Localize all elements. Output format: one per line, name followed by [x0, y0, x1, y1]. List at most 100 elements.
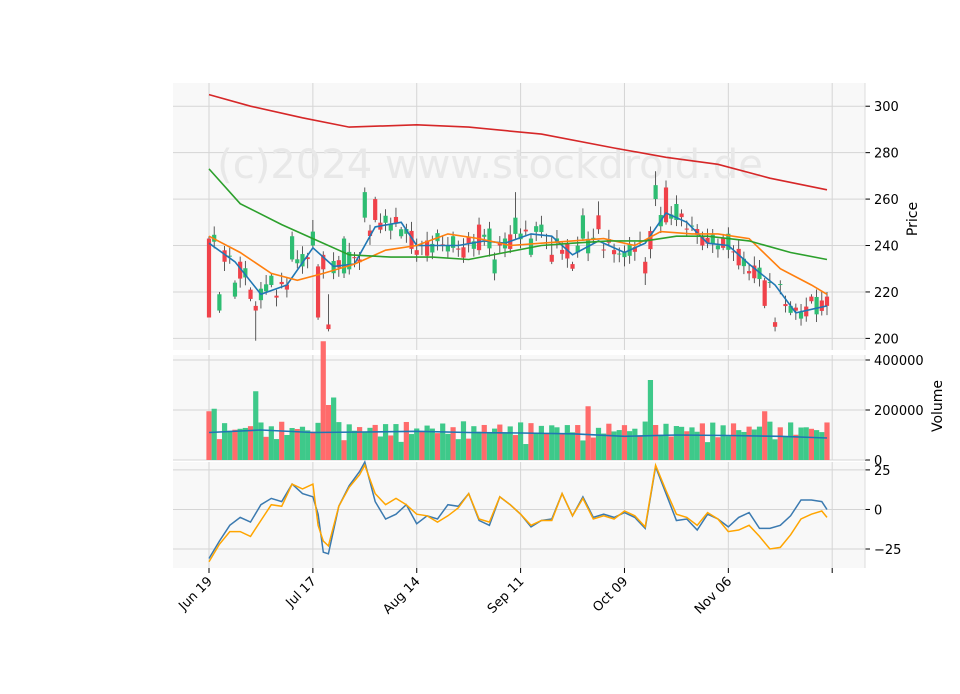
volume-bar [263, 436, 269, 460]
volume-bar [486, 433, 493, 460]
volume-bar [507, 426, 513, 460]
volume-bar [388, 435, 394, 460]
volume-bar [736, 430, 742, 460]
volume-bar [502, 433, 508, 460]
candle-body [772, 322, 778, 327]
candle-body [482, 234, 487, 237]
price-axis-tick-label: 220 [874, 286, 899, 301]
price-axis-tick-label: 240 [874, 240, 899, 255]
volume-bar [788, 422, 794, 460]
volume-bar [289, 427, 295, 460]
candle-body [206, 238, 212, 318]
candle-body [461, 247, 466, 258]
candle-body [232, 282, 238, 297]
volume-bar [580, 440, 586, 460]
candle-body [601, 249, 606, 251]
price-axis-tick-label: 260 [874, 193, 899, 208]
candle-body [783, 304, 788, 307]
volume-bar [689, 427, 695, 460]
volume-bar [793, 434, 799, 460]
volume-bar [803, 427, 809, 460]
volume-bar [258, 422, 264, 460]
volume-bar [767, 421, 773, 460]
x-tick-label: Sep 11 [485, 574, 528, 617]
volume-axis-label: Volume [930, 380, 946, 432]
volume-bar [730, 423, 737, 460]
candle-body [373, 199, 378, 220]
volume-bar [528, 423, 534, 460]
volume-bar [668, 436, 674, 460]
candle-body [248, 289, 253, 299]
volume-bar [279, 421, 285, 460]
candle-body [269, 275, 274, 285]
volume-bar [237, 428, 243, 460]
volume-bar [471, 426, 477, 460]
volume-bar [294, 429, 300, 460]
candle-body [326, 324, 331, 330]
candle-body [513, 217, 518, 234]
candle-body [570, 264, 575, 269]
volume-bar [699, 423, 705, 460]
x-tick-label: Oct 09 [590, 574, 631, 615]
oscillator-panel [173, 462, 865, 568]
candle-body [824, 296, 830, 306]
candle-body [492, 259, 497, 274]
candle-body [580, 215, 586, 239]
candle-body [549, 254, 554, 262]
volume-bar [710, 422, 716, 460]
volume-bar [362, 431, 368, 460]
candle-body [617, 253, 622, 255]
candle-body [295, 259, 300, 264]
candle-body [383, 215, 388, 223]
chart-svg: (c)2024 www.stockdroid.de Jun 19 Jul 17 Au… [173, 83, 946, 617]
volume-bar [419, 430, 425, 460]
candle-body [663, 187, 669, 223]
volume-bar [476, 431, 482, 460]
price-panel [173, 83, 865, 350]
volume-bar [533, 433, 539, 460]
volume-bar [637, 435, 643, 460]
volume-bar [647, 380, 654, 460]
volume-bar [658, 434, 664, 460]
volume-bar [440, 423, 446, 460]
candle-body [679, 213, 684, 218]
candle-body [643, 261, 648, 274]
volume-bar [559, 434, 565, 460]
volume-bar [814, 430, 820, 460]
volume-bar [341, 440, 347, 460]
volume-bar [372, 424, 378, 460]
candle-body [762, 280, 767, 306]
volume-bar [653, 425, 659, 460]
volume-bar [434, 433, 441, 460]
volume-bar [206, 411, 212, 460]
volume-bar [273, 439, 280, 460]
volume-bar [715, 437, 721, 460]
candle-body [653, 185, 658, 200]
volume-axis-tick-label: 200000 [874, 404, 924, 419]
volume-bar [232, 429, 238, 460]
volume-bar [320, 341, 326, 460]
oscillator-axis-tick-label: −25 [874, 543, 901, 558]
volume-bar [227, 430, 233, 460]
volume-bar [538, 425, 544, 460]
volume-bar [543, 433, 550, 460]
volume-bar [569, 432, 576, 460]
candle-body [217, 294, 222, 311]
candle-body [611, 250, 617, 255]
volume-bar [798, 427, 804, 460]
volume-bar [284, 434, 290, 460]
volume-bar [517, 422, 524, 460]
oscillator-axis-tick-label: 25 [874, 464, 891, 479]
volume-bar [777, 427, 783, 460]
candle-body [393, 216, 399, 223]
volume-bar [585, 406, 591, 460]
x-tick-label: Jun 19 [176, 574, 216, 614]
candle-body [798, 312, 804, 319]
candle-body [539, 224, 544, 233]
candle-body [747, 271, 752, 274]
volume-bar [642, 421, 648, 460]
volume-bar [429, 428, 435, 460]
watermark: (c)2024 www.stockdroid.de [217, 142, 763, 188]
candle-body [253, 305, 258, 311]
volume-bar [455, 439, 461, 460]
